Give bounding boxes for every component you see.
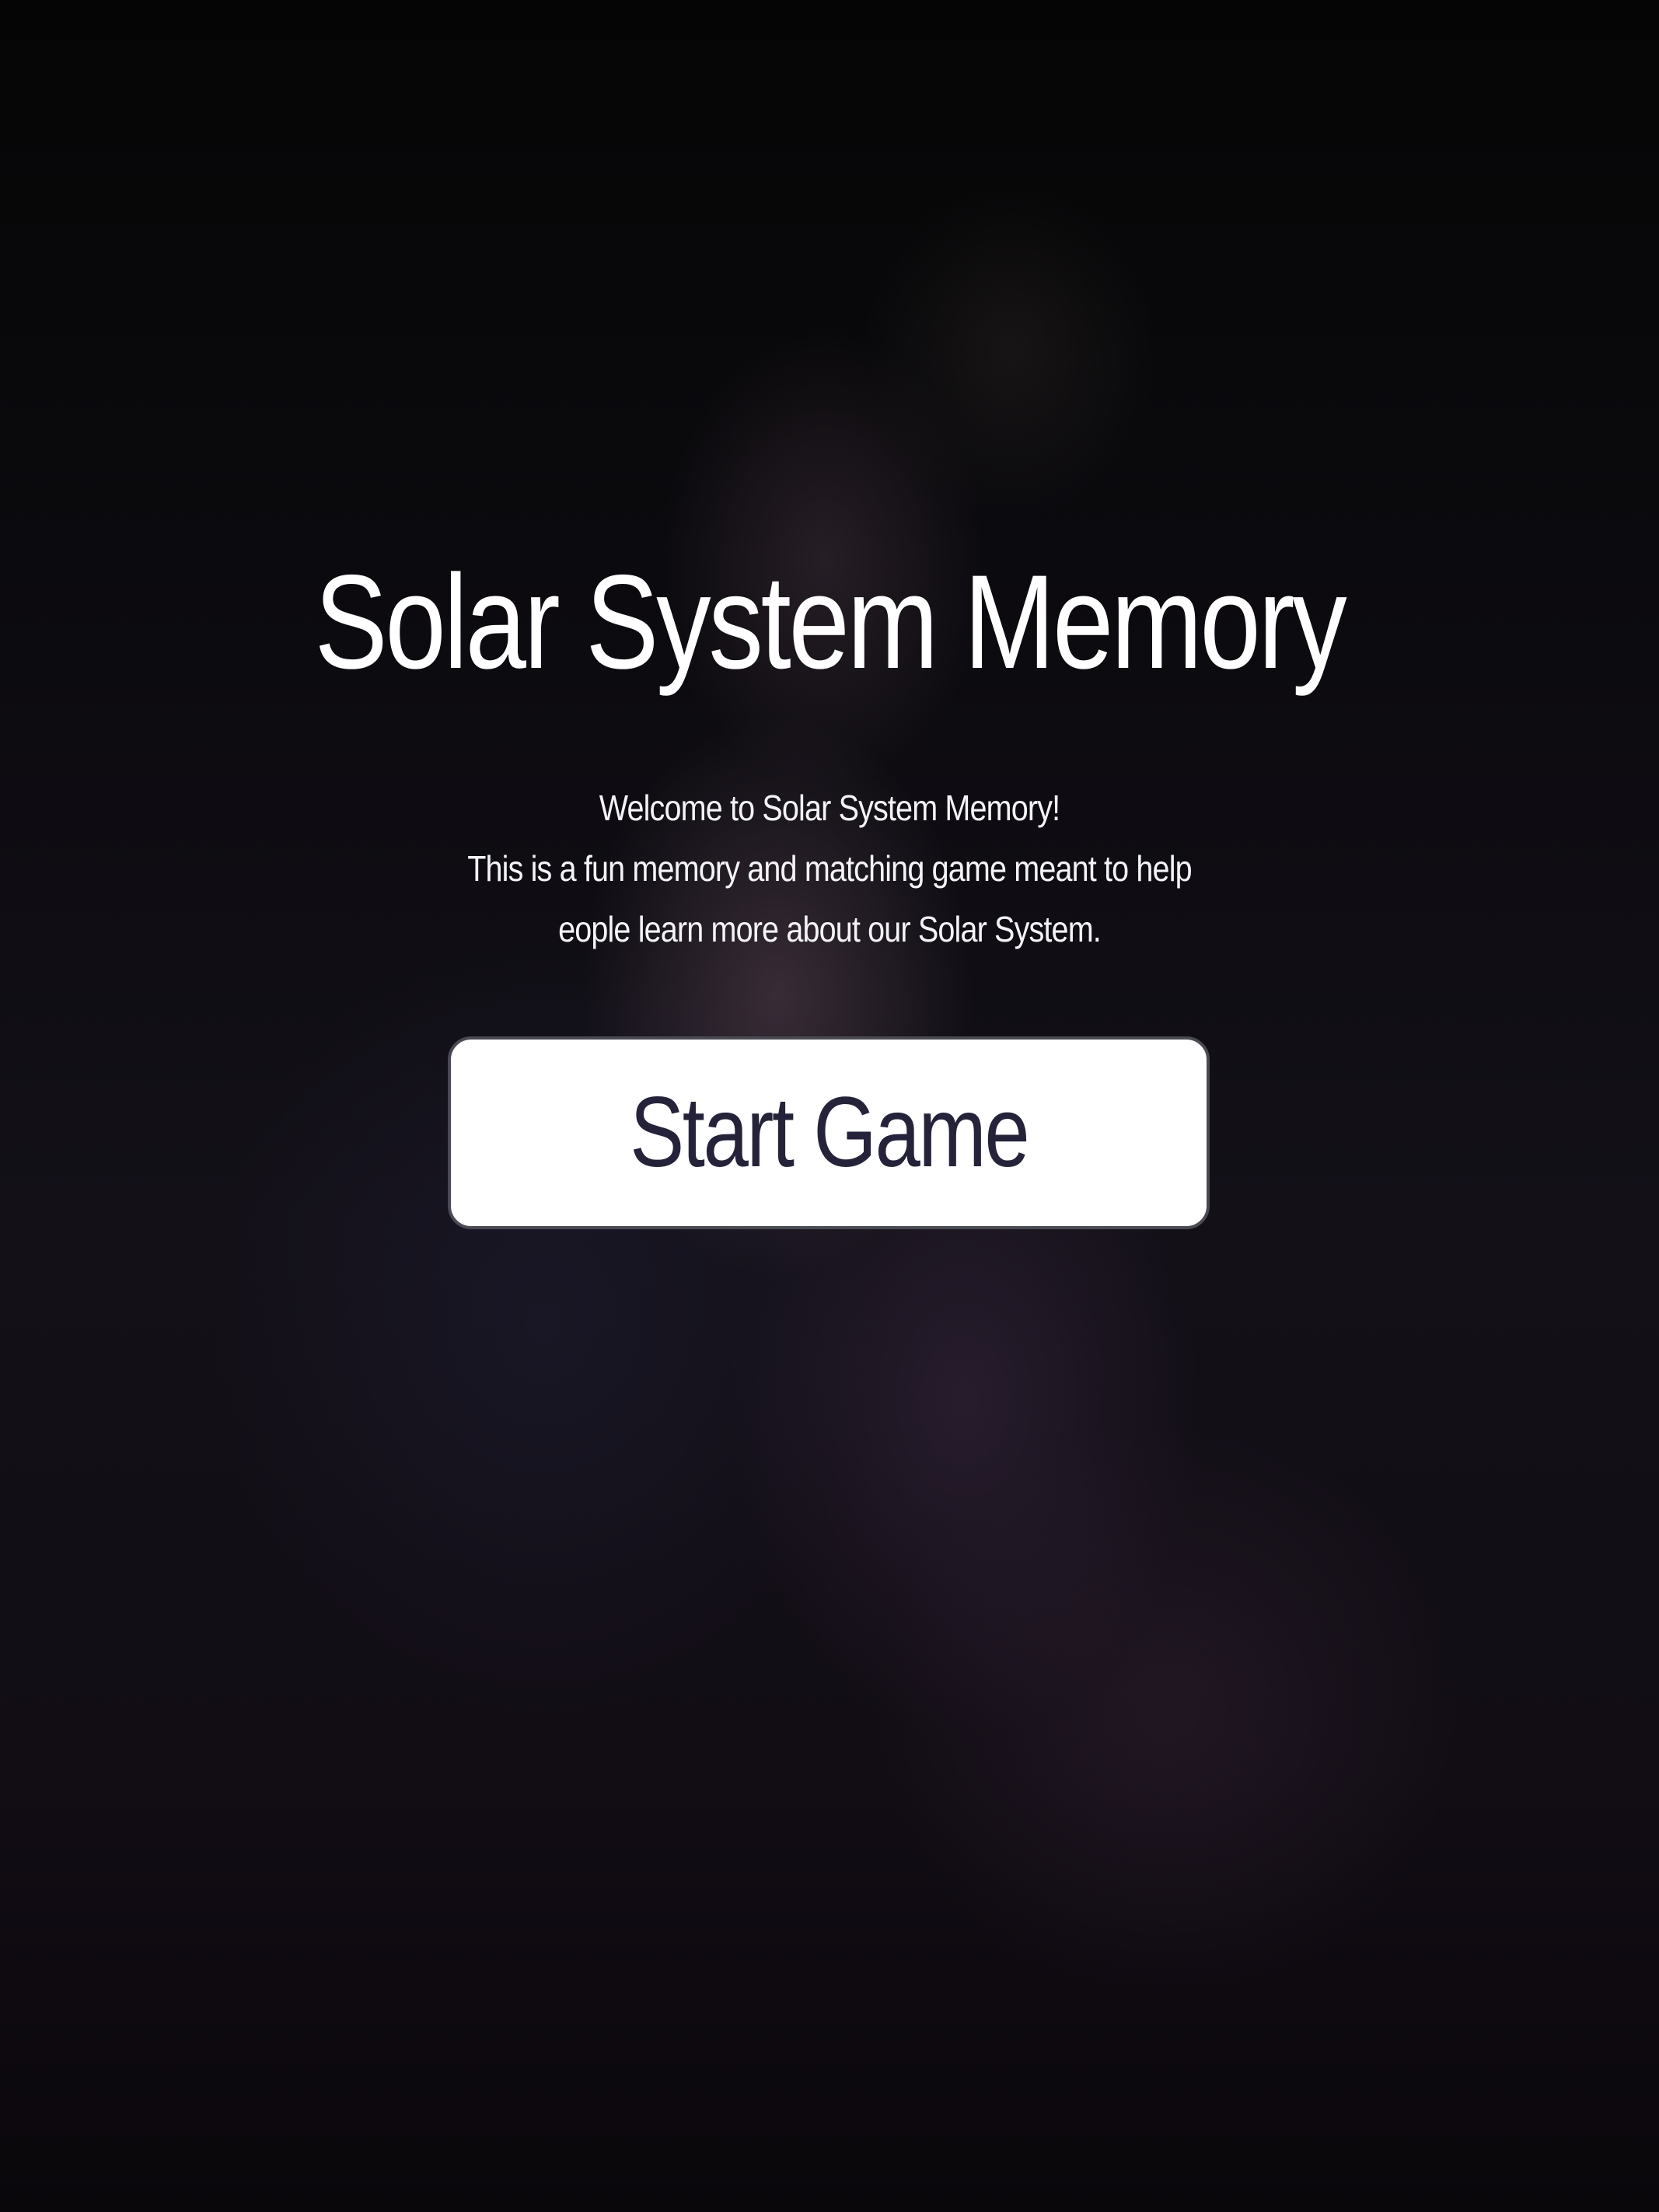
welcome-screen: Solar System Memory Welcome to Solar Sys…	[0, 0, 1659, 2212]
start-game-button-label: Start Game	[629, 1077, 1030, 1188]
page-title: Solar System Memory	[314, 547, 1347, 697]
intro-text: Welcome to Solar System Memory! This is …	[361, 778, 1298, 959]
intro-line-purpose: eople learn more about our Solar System.	[558, 909, 1102, 949]
start-game-button[interactable]: Start Game	[448, 1036, 1210, 1229]
intro-line-description: This is a fun memory and matching game m…	[467, 848, 1192, 889]
intro-line-welcome: Welcome to Solar System Memory!	[599, 788, 1060, 828]
